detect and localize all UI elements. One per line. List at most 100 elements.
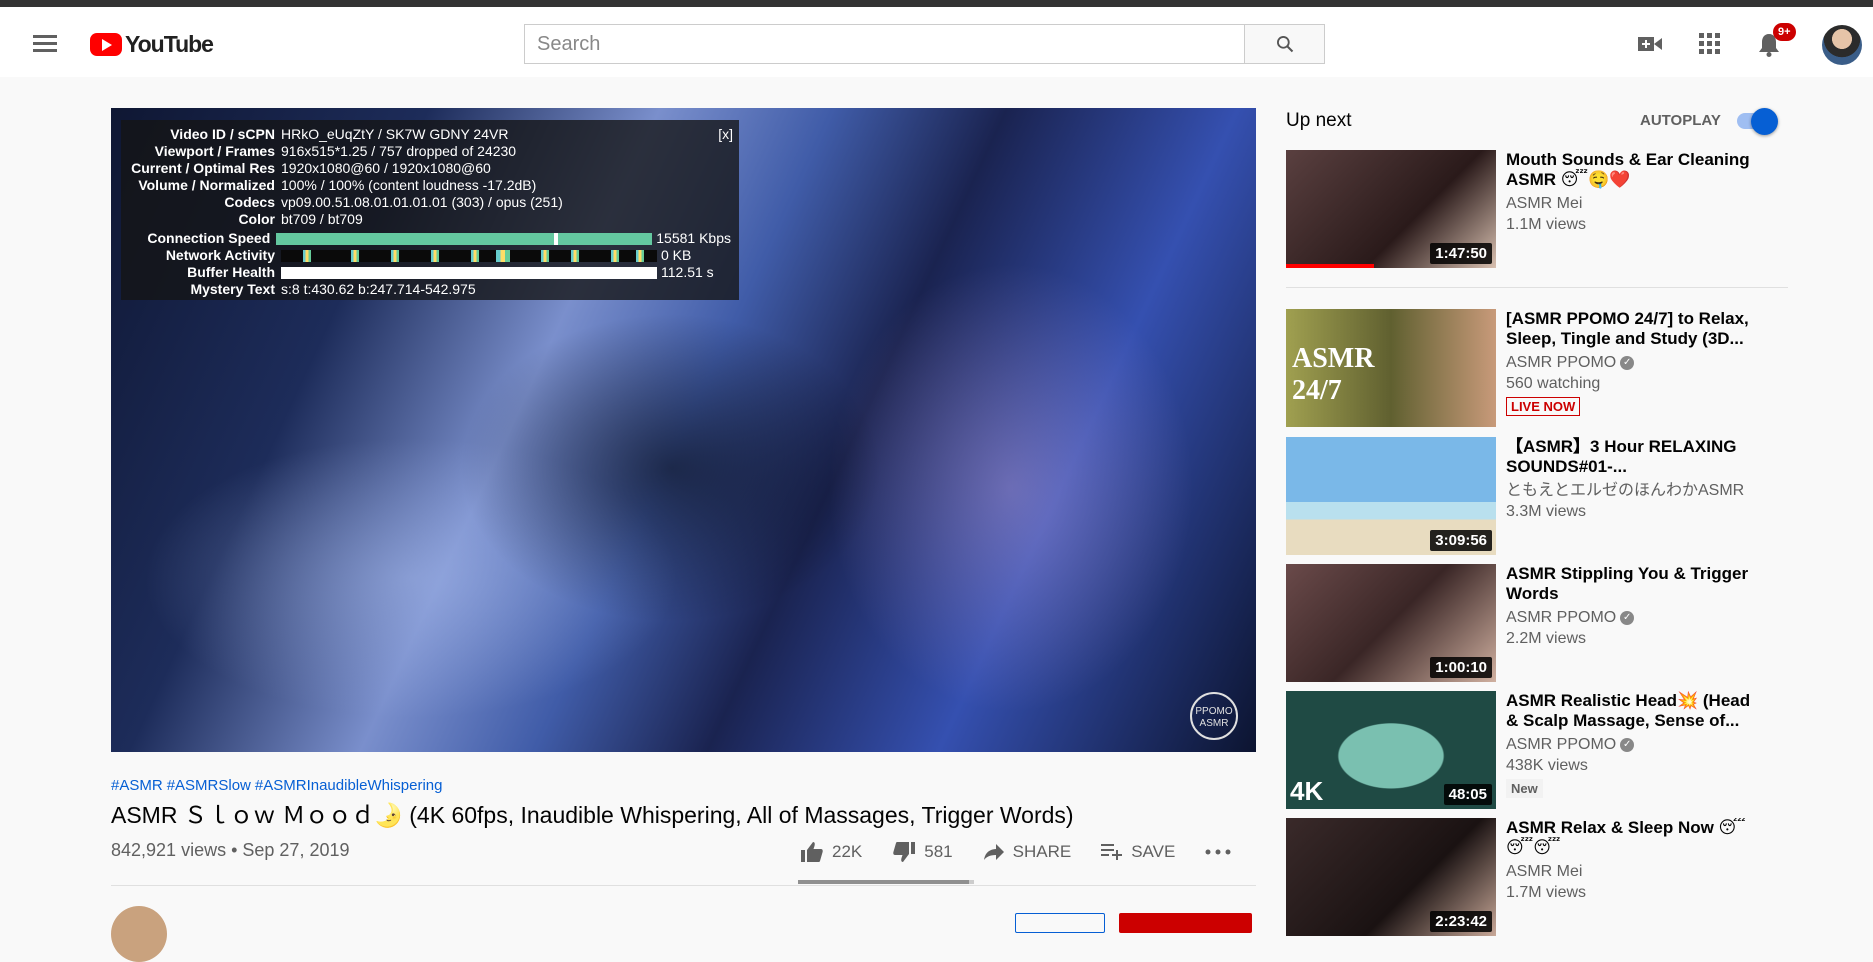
video-player[interactable]: [x] Video ID / sCPN HRkO_eUqZtY / SK7W GD… [111,108,1256,752]
live-now-badge: LIVE NOW [1506,397,1581,416]
verified-check-icon: ✓ [1620,355,1635,370]
video-thumbnail[interactable]: 3:09:56 [1286,437,1496,555]
search-button[interactable] [1244,24,1325,64]
stat-label: Viewport / Frames [154,143,275,159]
stat-row-buffer-health: Buffer Health 112.51 s [129,264,731,281]
share-arrow-icon [983,844,1004,860]
stat-label: Current / Optimal Res [131,160,275,176]
video-title[interactable]: ASMR Realistic Head💥 (Head & Scalp Massa… [1506,691,1766,731]
stat-label: Codecs [224,194,275,210]
recommended-video[interactable]: 1:00:10 ASMR Stippling You & Trigger Wor… [1286,564,1786,682]
video-view-count: 3.3M views [1506,503,1587,520]
channel-name[interactable]: ASMR Mei [1506,194,1766,214]
channel-name[interactable]: ASMR PPOMO [1506,609,1616,626]
video-thumbnail[interactable]: 1:00:10 [1286,564,1496,682]
video-title: ASMR Ｓｌｏｗ Ｍｏｏｄ🌛 (4K 60fps, Inaudible Whi… [111,802,1074,828]
channel-name[interactable]: ともえとエルゼのほんわかASMR [1506,481,1766,501]
stat-value: vp09.00.51.08.01.01.01.01 (303) / opus (… [281,194,563,210]
stat-value: 15581 Kbps [656,230,731,246]
search-bar [524,24,1325,64]
browser-top-strip [0,0,1873,7]
stat-value: s:8 t:430.62 b:247.714-542.975 [281,281,476,297]
video-view-count: 438K views [1506,757,1588,774]
search-icon [1276,36,1293,53]
up-next-heading: Up next [1286,110,1352,131]
channel-avatar[interactable] [111,906,167,962]
hashtag-link[interactable]: #ASMRInaudibleWhispering [255,777,443,794]
autoplay-label: AUTOPLAY [1640,112,1721,129]
youtube-play-icon [90,32,122,56]
dislike-button[interactable]: 581 [892,841,953,863]
menu-icon[interactable] [28,31,62,57]
video-title[interactable]: [ASMR PPOMO 24/7] to Relax, Sleep, Tingl… [1506,309,1766,349]
video-thumbnail[interactable]: 4K 48:05 [1286,691,1496,809]
channel-name[interactable]: ASMR Mei [1506,862,1766,882]
save-label: SAVE [1131,842,1176,861]
video-view-count: 1.7M views [1506,884,1587,901]
save-button[interactable]: SAVE [1101,842,1175,862]
thumbs-up-icon [801,842,823,862]
network-activity-graph [281,250,657,262]
video-title[interactable]: ASMR Stippling You & Trigger Words [1506,564,1766,604]
thumbs-down-icon [893,842,916,862]
view-count-and-date: 842,921 views • Sep 27, 2019 [111,840,350,860]
video-title[interactable]: Mouth Sounds & Ear Cleaning ASMR 😴🤤❤️ [1506,150,1766,190]
share-button[interactable]: SHARE [983,842,1071,862]
recommended-video[interactable]: 3:09:56 【ASMR】3 Hour RELAXING SOUNDS#01-… [1286,437,1786,555]
channel-name[interactable]: ASMR PPOMO [1506,736,1616,753]
stats-for-nerds-panel: [x] Video ID / sCPN HRkO_eUqZtY / SK7W GD… [121,120,739,300]
video-title[interactable]: 【ASMR】3 Hour RELAXING SOUNDS#01-... [1506,437,1766,477]
channel-watermark[interactable]: PPOMO ASMR [1190,692,1238,740]
video-title[interactable]: ASMR Relax & Sleep Now 😴😴😴 [1506,818,1766,858]
stat-row: Current / Optimal Res 1920x1080@60 / 1920… [129,160,731,177]
video-thumbnail[interactable]: 2:23:42 [1286,818,1496,936]
stat-value: 0 KB [661,247,692,263]
like-count: 22K [832,842,863,861]
video-duration: 2:23:42 [1430,911,1492,932]
create-video-icon[interactable] [1637,33,1663,55]
video-thumbnail[interactable]: ASMR 24/7 [1286,309,1496,427]
recommended-video[interactable]: 2:23:42 ASMR Relax & Sleep Now 😴😴😴 ASMR … [1286,818,1786,936]
autoplay-toggle-knob[interactable] [1751,108,1778,135]
thumbnail-text: ASMR 24/7 [1292,343,1375,406]
search-input[interactable] [524,24,1244,64]
sentiment-fill [798,880,970,884]
logo-text: YouTube [125,30,214,57]
join-button[interactable] [1015,913,1105,933]
verified-check-icon: ✓ [1620,737,1635,752]
section-divider [111,885,1256,886]
notification-count-badge: 9+ [1773,23,1796,41]
account-avatar[interactable] [1822,25,1862,65]
stats-close-button[interactable]: [x] [718,126,733,142]
recommended-video[interactable]: 4K 48:05 ASMR Realistic Head💥 (Head & Sc… [1286,691,1786,809]
video-actions: 22K 581 SHARE SAVE [800,836,1269,868]
video-thumbnail[interactable]: 1:47:50 [1286,150,1496,268]
video-view-count: 1.1M views [1506,216,1587,233]
channel-name[interactable]: ASMR PPOMO [1506,354,1616,371]
like-dislike-sentiment-bar [798,880,974,884]
video-duration: 1:00:10 [1430,657,1492,678]
recommended-video[interactable]: 1:47:50 Mouth Sounds & Ear Cleaning ASMR… [1286,150,1786,268]
stat-row-connection-speed: Connection Speed 15581 Kbps [129,230,731,247]
youtube-logo[interactable]: YouTube [90,30,214,58]
stat-row: Viewport / Frames 916x515*1.25 / 757 drop… [129,143,731,160]
live-viewer-count: 560 watching [1506,375,1601,392]
like-button[interactable]: 22K [800,841,862,863]
stat-row-mystery-text: Mystery Text s:8 t:430.62 b:247.714-542.9… [129,281,731,298]
hashtag-link[interactable]: #ASMR [111,777,163,794]
connection-speed-graph [276,233,653,245]
stat-value: 1920x1080@60 / 1920x1080@60 [281,160,491,176]
up-next-divider [1286,287,1788,288]
hashtag-link[interactable]: #ASMRSlow [167,777,251,794]
recommended-video[interactable]: ASMR 24/7 [ASMR PPOMO 24/7] to Relax, Sl… [1286,309,1786,427]
video-duration: 1:47:50 [1430,243,1492,264]
stat-label: Video ID / sCPN [170,126,275,142]
stat-label: Connection Speed [147,230,271,246]
apps-grid-icon[interactable] [1699,33,1721,55]
subscribe-button[interactable] [1119,913,1252,933]
more-actions-button[interactable] [1205,849,1239,855]
masthead: YouTube 9+ [0,7,1873,77]
new-badge: New [1506,779,1543,798]
stat-value: 100% / 100% (content loudness -17.2dB) [281,177,537,193]
verified-check-icon: ✓ [1620,610,1635,625]
